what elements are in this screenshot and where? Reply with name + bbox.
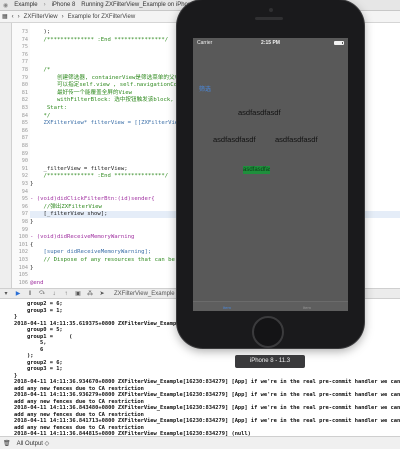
code-line[interactable]: @end [30, 280, 43, 287]
navigator-strip [0, 23, 12, 288]
line-number-gutter: 73 74 75 76 77 78 79 80 81 82 83 84 85 86 87 88 89 90 91 92… [12, 23, 30, 288]
location-icon[interactable]: ➤ [96, 290, 108, 297]
line-number[interactable]: 98 [22, 219, 28, 225]
code-line[interactable]: Start: [30, 105, 67, 112]
line-number[interactable]: 93 [22, 181, 28, 187]
code-line[interactable]: ZXFilterView* filterView = [[ZXFilterVie… [30, 120, 188, 127]
line-number[interactable]: 83 [22, 105, 28, 111]
code-line[interactable]: 可以指定self.view , self.navigationContr [30, 82, 187, 89]
line-number[interactable]: 88 [22, 143, 28, 149]
line-number[interactable]: 102 [19, 249, 28, 255]
camera-icon [269, 8, 273, 12]
simulator-screen[interactable]: Carrier 2:15 PM 筛选 asdfasdfasdf asdfasdf… [193, 38, 348, 311]
clock-label: 2:15 PM [261, 40, 280, 46]
code-line[interactable]: /************** :End ***************/ [30, 173, 168, 180]
battery-icon [334, 41, 344, 45]
console-filter-bar: 🗑 All Output ◇ [0, 436, 400, 449]
output-filter-selector[interactable]: All Output ◇ [14, 440, 53, 447]
line-number[interactable]: 103 [19, 257, 28, 263]
code-line[interactable]: /* [30, 67, 50, 74]
line-number[interactable]: 106 [19, 280, 28, 286]
status-bar: Carrier 2:15 PM [193, 38, 348, 48]
iphone-simulator: Carrier 2:15 PM 筛选 asdfasdfasdf asdfasdf… [177, 0, 364, 348]
code-line[interactable]: - (void)didClickFilterBtn:(id)sender{ [30, 196, 155, 203]
line-number[interactable]: 73 [22, 29, 28, 35]
code-line[interactable]: - (void)didReceiveMemoryWarning [30, 234, 134, 241]
line-number[interactable]: 99 [22, 227, 28, 233]
chevron-right-icon: › [43, 2, 46, 8]
code-line[interactable]: /************** :End ***************/ [30, 37, 168, 44]
step-over-icon[interactable]: ⤼ [36, 290, 48, 297]
window-controls-icon[interactable]: ◉ [0, 2, 11, 9]
code-line[interactable]: //弹出ZXFilterView [30, 204, 101, 211]
code-line[interactable]: } [30, 219, 33, 226]
tab-bar: Item Item [193, 301, 348, 311]
jumpbar-item-group[interactable]: Example for ZXFilterView [66, 14, 138, 20]
filter-option-label[interactable]: asdfasdfasdf [275, 135, 318, 144]
grid-icon[interactable]: ▦ [0, 13, 10, 20]
line-number[interactable]: 77 [22, 59, 28, 65]
tab-item-left[interactable]: Item [223, 305, 231, 310]
filter-option-label[interactable]: asdfasdfasdf [213, 135, 256, 144]
code-line[interactable]: */ [30, 113, 50, 120]
line-number[interactable]: 81 [22, 90, 28, 96]
line-number[interactable]: 92 [22, 173, 28, 179]
line-number[interactable]: 86 [22, 128, 28, 134]
pause-icon[interactable]: ‖ [24, 291, 36, 297]
code-line[interactable]: withFilterBlock: 选中按钮触发该block, 并返 [30, 97, 188, 104]
code-line[interactable]: ); [30, 29, 50, 36]
line-number[interactable]: 80 [22, 82, 28, 88]
code-line[interactable]: { [30, 242, 33, 249]
line-number[interactable]: 100 [19, 234, 28, 240]
line-number[interactable]: 84 [22, 113, 28, 119]
code-line[interactable]: } [30, 181, 33, 188]
line-number[interactable]: 82 [22, 97, 28, 103]
simulator-device-label: iPhone 8 - 11.3 [235, 355, 305, 368]
line-number[interactable]: 76 [22, 52, 28, 58]
line-number[interactable]: 89 [22, 151, 28, 157]
scheme-selector[interactable]: Example [11, 2, 40, 8]
code-line[interactable]: [super didReceiveMemoryWarning]; [30, 249, 151, 256]
line-number[interactable]: 85 [22, 120, 28, 126]
line-number[interactable]: 91 [22, 166, 28, 172]
home-button[interactable] [252, 316, 284, 348]
line-number[interactable]: 105 [19, 272, 28, 278]
code-line[interactable]: 最好传一个能覆盖全屏的View [30, 90, 132, 97]
step-out-icon[interactable]: ↑ [60, 291, 72, 297]
step-in-icon[interactable]: ↓ [48, 291, 60, 297]
filter-nav-button[interactable]: 筛选 [199, 84, 211, 93]
memory-graph-icon[interactable]: ⁂ [84, 290, 96, 297]
line-number[interactable]: 101 [19, 242, 28, 248]
line-number[interactable]: 78 [22, 67, 28, 73]
selected-filter-button[interactable]: asdfasdfasdf [243, 166, 270, 174]
line-number[interactable]: 97 [22, 211, 28, 217]
line-number[interactable]: 87 [22, 135, 28, 141]
line-number[interactable]: 79 [22, 75, 28, 81]
line-number[interactable]: 74 [22, 37, 28, 43]
hide-console-icon[interactable]: ▾ [0, 290, 12, 297]
line-number[interactable]: 104 [19, 265, 28, 271]
view-debugger-icon[interactable]: ▣ [72, 290, 84, 297]
filter-option-label[interactable]: asdfasdfasdf [238, 108, 281, 117]
code-line[interactable]: _filterView = filterView; [30, 166, 127, 173]
jumpbar-item-project[interactable]: ZXFilterView [22, 14, 60, 20]
line-number[interactable]: 94 [22, 189, 28, 195]
console-line: group3 = 1; [14, 307, 63, 314]
line-number[interactable]: 75 [22, 44, 28, 50]
tab-item-right[interactable]: Item [303, 305, 311, 310]
device-selector[interactable]: iPhone 8 [49, 2, 79, 8]
code-line[interactable]: 创建筛选器, containerView是筛选菜单的父View, [30, 75, 191, 82]
trash-icon[interactable]: 🗑 [0, 440, 14, 447]
line-number[interactable]: 90 [22, 158, 28, 164]
earpiece [255, 17, 283, 20]
debug-target-label: ZXFilterView_Example [114, 290, 175, 297]
console-line: group3 = 1; [14, 366, 63, 372]
code-line[interactable]: // Dispose of any resources that can be … [30, 257, 191, 264]
code-line[interactable]: } [30, 265, 33, 272]
line-number[interactable]: 96 [22, 204, 28, 210]
line-number[interactable]: 95 [22, 196, 28, 202]
breakpoints-toggle-icon[interactable]: ▶ [12, 290, 24, 297]
